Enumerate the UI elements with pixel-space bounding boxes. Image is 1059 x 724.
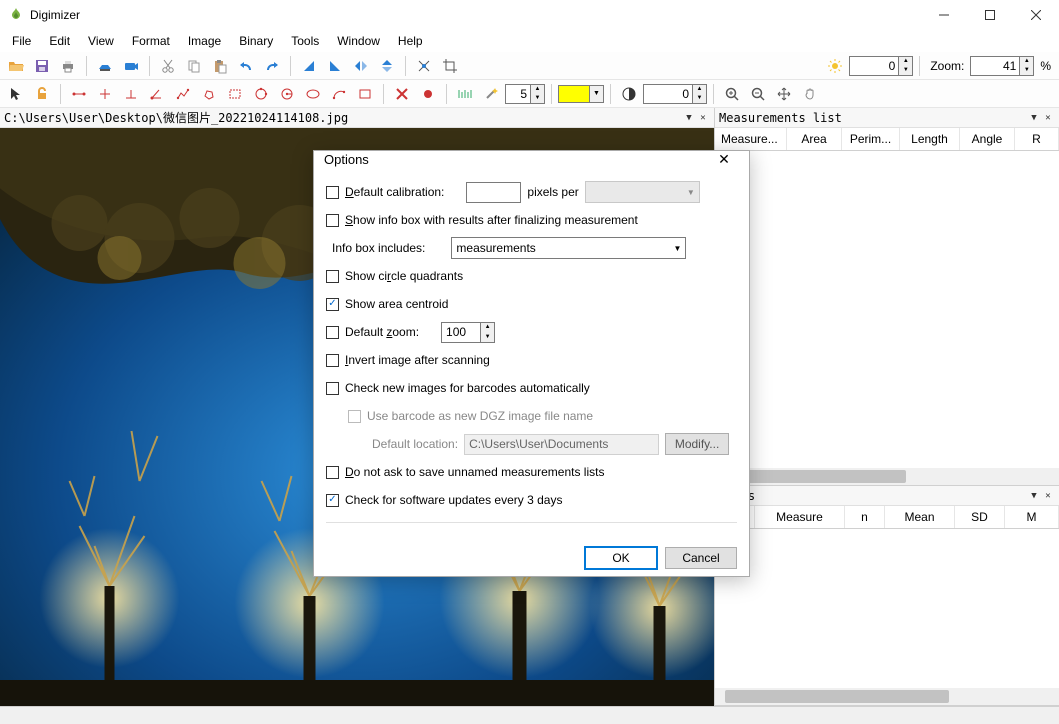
use-barcode-label: Use barcode as new DGZ image file name [367, 409, 593, 423]
show-area-centroid-label: Show area centroid [345, 297, 448, 311]
calibration-unit-select[interactable]: ▼ [585, 181, 700, 203]
default-zoom-checkbox[interactable] [326, 326, 339, 339]
dialog-title: Options [324, 152, 369, 167]
check-updates-checkbox[interactable]: ✓ [326, 494, 339, 507]
default-location-input [464, 434, 659, 455]
show-circle-quadrants-label: Show circle quadrants [345, 269, 463, 283]
invert-label: Invert image after scanning [345, 353, 490, 367]
default-zoom-label: Default zoom: [345, 325, 419, 339]
check-barcodes-label: Check new images for barcodes automatica… [345, 381, 590, 395]
check-updates-label: Check for software updates every 3 days [345, 493, 562, 507]
cancel-button[interactable]: Cancel [665, 547, 737, 569]
show-infobox-label: Show info box with results after finaliz… [345, 213, 638, 227]
show-infobox-checkbox[interactable] [326, 214, 339, 227]
pixels-per-label: pixels per [527, 185, 578, 199]
default-calibration-label: Default calibration: [345, 185, 444, 199]
check-barcodes-checkbox[interactable] [326, 382, 339, 395]
show-circle-quadrants-checkbox[interactable] [326, 270, 339, 283]
infobox-includes-label: Info box includes: [332, 241, 425, 255]
show-area-centroid-checkbox[interactable]: ✓ [326, 298, 339, 311]
calibration-value-input[interactable] [466, 182, 521, 203]
donot-ask-label: Do not ask to save unnamed measurements … [345, 465, 604, 479]
infobox-includes-select[interactable]: measurements▼ [451, 237, 686, 259]
ok-button[interactable]: OK [585, 547, 657, 569]
modify-button[interactable]: Modify... [665, 433, 729, 455]
default-calibration-checkbox[interactable] [326, 186, 339, 199]
default-zoom-spinner[interactable]: ▲▼ [481, 322, 495, 343]
default-location-label: Default location: [372, 437, 458, 451]
invert-checkbox[interactable] [326, 354, 339, 367]
default-zoom-input[interactable] [441, 322, 481, 343]
options-dialog: Options ✕ Default calibration: pixels pe… [313, 150, 750, 577]
use-barcode-checkbox [348, 410, 361, 423]
dialog-close-button[interactable]: ✕ [709, 151, 739, 168]
donot-ask-checkbox[interactable] [326, 466, 339, 479]
